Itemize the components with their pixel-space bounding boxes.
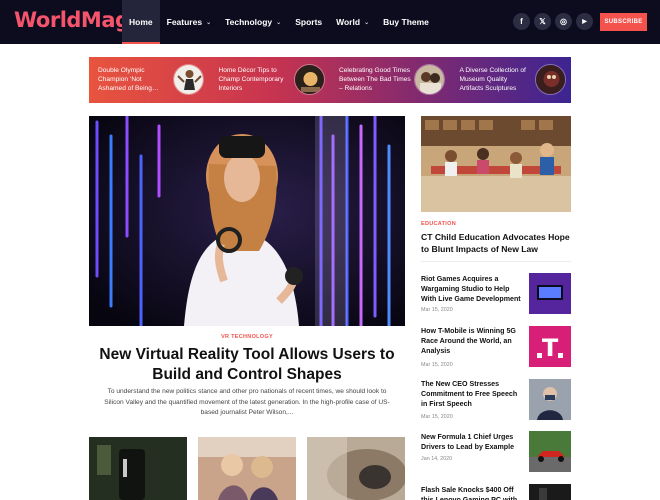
divider <box>421 261 571 262</box>
side-post-title[interactable]: Flash Sale Knocks $400 Off this Lenovo G… <box>421 486 525 500</box>
chevron-down-icon: ⌄ <box>364 19 370 26</box>
side-post-title[interactable]: New Formula 1 Chief Urges Drivers to Lea… <box>421 433 525 453</box>
ticker-item-title[interactable]: A Diverse Collection of Museum Quality A… <box>460 66 532 94</box>
nav-label: Buy Theme <box>383 17 429 27</box>
ticker-thumbnail[interactable] <box>173 64 204 95</box>
trending-ticker: Double Olympic Champion ‘Not Ashamed of … <box>89 57 571 103</box>
side-post-thumbnail[interactable] <box>529 484 571 500</box>
instagram-icon[interactable]: ◎ <box>555 13 572 30</box>
side-post-date: Jan 14, 2020 <box>421 456 453 462</box>
ticker-thumbnail[interactable] <box>534 64 566 95</box>
ticker-thumbnail[interactable] <box>293 64 325 95</box>
hero-title[interactable]: New Virtual Reality Tool Allows Users to… <box>89 345 405 384</box>
nav-item-home[interactable]: Home <box>122 0 160 44</box>
featured-category[interactable]: EDUCATION <box>421 221 456 227</box>
ticker-item[interactable]: Double Olympic Champion ‘Not Ashamed of … <box>89 57 210 103</box>
ticker-item[interactable]: Home Décor Tips to Champ Contemporary In… <box>210 57 331 103</box>
ticker-item-title[interactable]: Celebrating Good Times Between The Bad T… <box>339 66 411 94</box>
facebook-icon[interactable]: f <box>513 13 530 30</box>
featured-image[interactable] <box>421 116 571 212</box>
svg-text:T: T <box>542 334 559 362</box>
ticker-item[interactable]: A Diverse Collection of Museum Quality A… <box>451 57 572 103</box>
hero-excerpt: To understand the new politics stance an… <box>104 388 390 417</box>
hero-category[interactable]: VR TECHNOLOGY <box>89 334 405 340</box>
nav-item-world[interactable]: World ⌄ <box>329 0 376 44</box>
site-logo[interactable]: WorldMag <box>14 8 130 32</box>
ticker-item[interactable]: Celebrating Good Times Between The Bad T… <box>330 57 451 103</box>
side-post-thumbnail[interactable] <box>529 379 571 420</box>
nav-label: Home <box>129 17 153 27</box>
featured-title[interactable]: CT Child Education Advocates Hope to Blu… <box>421 232 573 255</box>
chevron-down-icon: ⌄ <box>276 19 282 26</box>
nav-item-sports[interactable]: Sports <box>288 0 329 44</box>
side-post-date: Mar 15, 2020 <box>421 414 453 420</box>
chevron-down-icon: ⌄ <box>206 19 212 26</box>
hero-image[interactable] <box>89 116 405 326</box>
post-thumbnail[interactable] <box>307 437 405 500</box>
youtube-icon[interactable]: ▶ <box>576 13 593 30</box>
post-thumbnail[interactable] <box>89 437 187 500</box>
side-post-title[interactable]: Riot Games Acquires a Wargaming Studio t… <box>421 275 525 304</box>
nav-label: Technology <box>225 17 273 27</box>
nav-label: World <box>336 17 361 27</box>
ticker-item-title[interactable]: Home Décor Tips to Champ Contemporary In… <box>219 66 291 94</box>
side-post-thumbnail[interactable] <box>529 273 571 314</box>
subscribe-button[interactable]: SUBSCRIBE <box>600 13 647 31</box>
post-thumbnail[interactable] <box>198 437 296 500</box>
side-post-title[interactable]: The New CEO Stresses Commitment to Free … <box>421 380 525 409</box>
main-nav: Home Features ⌄ Technology ⌄ Sports World ⌄… <box>122 0 436 44</box>
ticker-item-title[interactable]: Double Olympic Champion ‘Not Ashamed of … <box>98 66 170 94</box>
nav-label: Sports <box>295 17 323 27</box>
x-twitter-icon[interactable]: 𝕏 <box>534 13 551 30</box>
side-post-thumbnail[interactable] <box>529 431 571 472</box>
site-header: WorldMag Home Features ⌄ Technology ⌄ Spor… <box>0 0 660 44</box>
nav-item-technology[interactable]: Technology ⌄ <box>218 0 288 44</box>
side-post-date: Mar 15, 2020 <box>421 307 453 313</box>
ticker-thumbnail[interactable] <box>414 64 445 95</box>
nav-label: Features <box>166 17 203 27</box>
nav-item-features[interactable]: Features ⌄ <box>160 0 218 44</box>
side-post-title[interactable]: How T-Mobile is Winning 5G Race Around t… <box>421 327 525 356</box>
side-post-date: Mar 15, 2020 <box>421 362 453 368</box>
nav-item-buy-theme[interactable]: Buy Theme <box>376 0 436 44</box>
side-post-thumbnail[interactable]: T <box>529 326 571 367</box>
